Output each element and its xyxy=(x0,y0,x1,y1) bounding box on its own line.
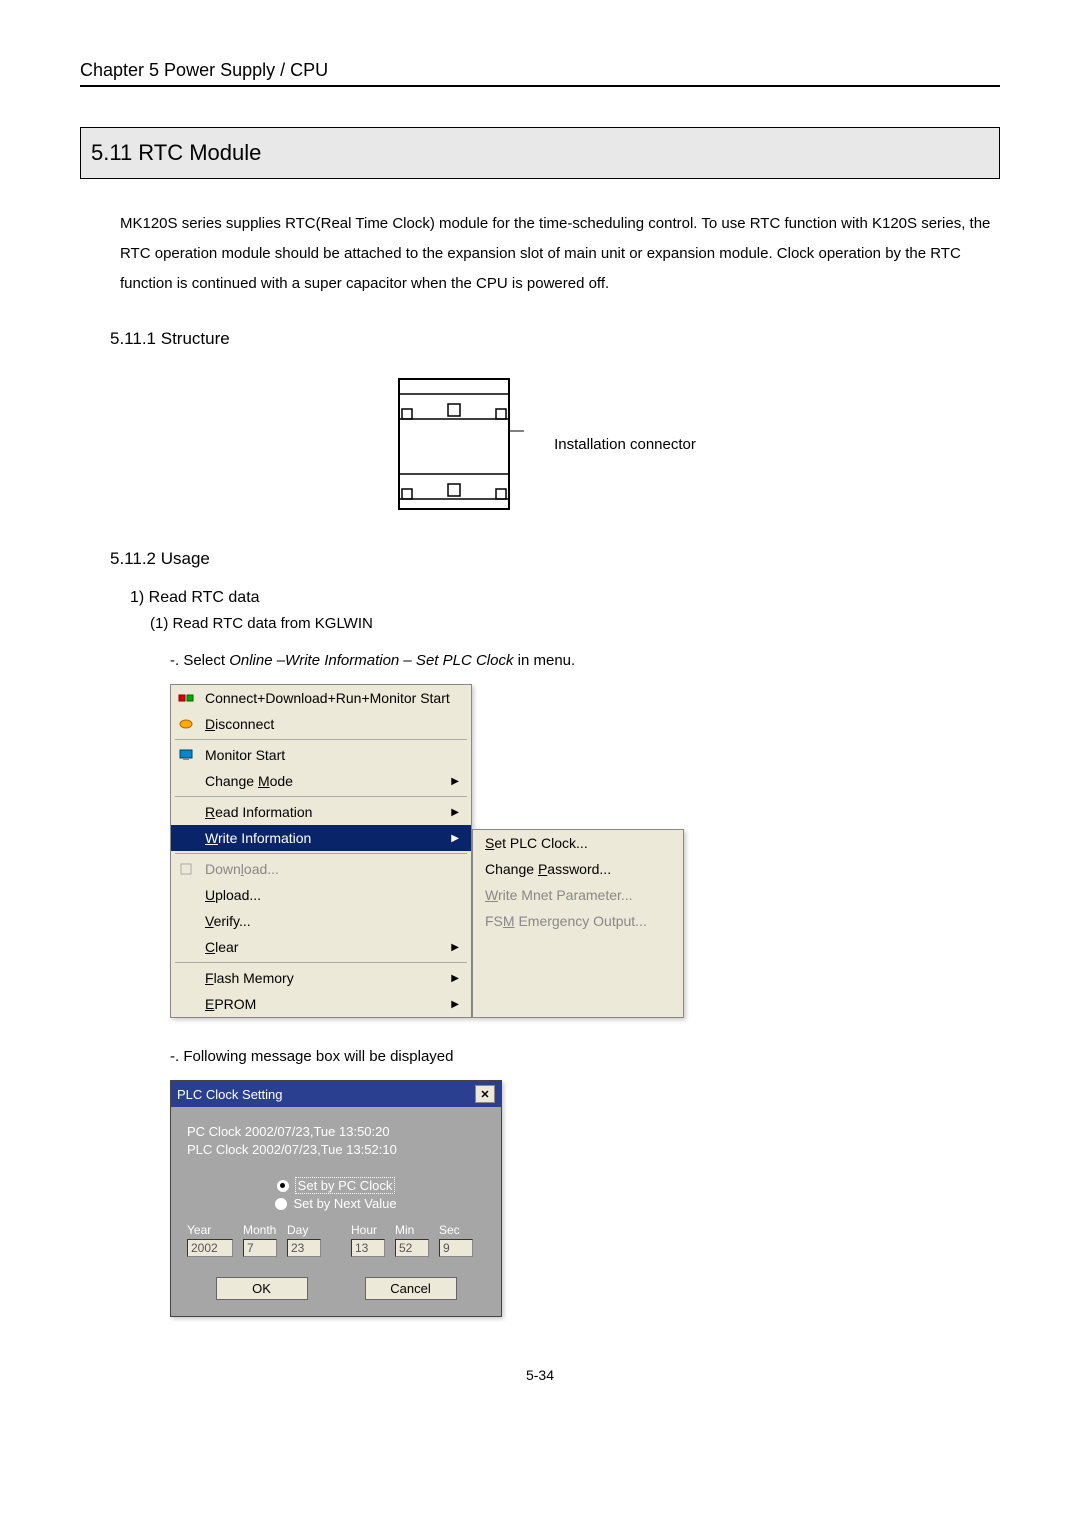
day-label: Day xyxy=(287,1223,308,1237)
menu-label: Clear xyxy=(205,939,238,955)
menu-label: Verify... xyxy=(205,913,251,929)
submenu-fsm-emergency: FSM Emergency Output... xyxy=(473,908,683,934)
dialog-title: PLC Clock Setting xyxy=(177,1087,283,1102)
radio-label: Set by PC Clock xyxy=(295,1177,396,1194)
menu-label: Monitor Start xyxy=(205,747,285,763)
menu-label: Disconnect xyxy=(205,716,274,732)
body-paragraph: MK120S series supplies RTC(Real Time Clo… xyxy=(120,209,1000,299)
radio-label: Set by Next Value xyxy=(293,1196,396,1211)
submenu-change-password[interactable]: Change Password... xyxy=(473,856,683,882)
subsection-structure: 5.11.1 Structure xyxy=(110,329,1000,349)
cancel-button[interactable]: Cancel xyxy=(365,1277,457,1300)
menu-flash-memory[interactable]: Flash Memory ▶ xyxy=(171,965,471,991)
radio-set-by-pc[interactable]: Set by PC Clock xyxy=(187,1177,485,1194)
menu-label: EPROM xyxy=(205,996,256,1012)
hour-field[interactable]: 13 xyxy=(351,1239,385,1257)
menu-change-mode[interactable]: Change Mode ▶ xyxy=(171,768,471,794)
dialog-buttons: OK Cancel xyxy=(187,1277,485,1300)
hour-label: Hour xyxy=(351,1223,377,1237)
menu-label: Set PLC Clock... xyxy=(485,835,588,851)
pc-clock-text: PC Clock 2002/07/23,Tue 13:50:20 xyxy=(187,1123,485,1141)
radio-set-by-next[interactable]: Set by Next Value xyxy=(187,1196,485,1211)
menu-connect[interactable]: Connect+Download+Run+Monitor Start xyxy=(171,685,471,711)
instruction-message-box: -. Following message box will be display… xyxy=(170,1048,1000,1065)
disconnect-icon xyxy=(177,716,195,732)
menu-separator xyxy=(175,739,467,740)
menu-label: Change Password... xyxy=(485,861,611,877)
submenu-arrow-icon: ▶ xyxy=(451,999,459,1010)
instruction-italic: Online –Write Information – Set PLC Cloc… xyxy=(229,652,513,669)
date-inputs-row: Year 2002 Month 7 Day 23 Hour 13 Min 52 … xyxy=(187,1223,485,1257)
module-illustration xyxy=(384,369,524,519)
monitor-icon xyxy=(177,747,195,763)
menu-label: Read Information xyxy=(205,804,312,820)
online-menu: Connect+Download+Run+Monitor Start Disco… xyxy=(170,684,472,1018)
menu-screenshot: Connect+Download+Run+Monitor Start Disco… xyxy=(170,684,1000,1018)
plc-clock-text: PLC Clock 2002/07/23,Tue 13:52:10 xyxy=(187,1141,485,1159)
submenu-arrow-icon: ▶ xyxy=(451,942,459,953)
menu-label: Download... xyxy=(205,861,279,877)
menu-separator xyxy=(175,853,467,854)
day-field[interactable]: 23 xyxy=(287,1239,321,1257)
menu-monitor-start[interactable]: Monitor Start xyxy=(171,742,471,768)
submenu-set-plc-clock[interactable]: Set PLC Clock... xyxy=(473,830,683,856)
subsection-usage: 5.11.2 Usage xyxy=(110,549,1000,569)
sec-field[interactable]: 9 xyxy=(439,1239,473,1257)
year-label: Year xyxy=(187,1223,211,1237)
menu-download: Download... xyxy=(171,856,471,882)
submenu-arrow-icon: ▶ xyxy=(451,776,459,787)
menu-read-info[interactable]: Read Information ▶ xyxy=(171,799,471,825)
diagram-label: Installation connector xyxy=(554,436,696,453)
menu-separator xyxy=(175,962,467,963)
menu-separator xyxy=(175,796,467,797)
menu-disconnect[interactable]: Disconnect xyxy=(171,711,471,737)
instruction-text: in menu. xyxy=(513,652,575,669)
chapter-header: Chapter 5 Power Supply / CPU xyxy=(80,60,1000,87)
ok-button[interactable]: OK xyxy=(216,1277,308,1300)
dialog-body: PC Clock 2002/07/23,Tue 13:50:20 PLC Clo… xyxy=(171,1107,501,1316)
menu-label: Upload... xyxy=(205,887,261,903)
sec-label: Sec xyxy=(439,1223,460,1237)
menu-verify[interactable]: Verify... xyxy=(171,908,471,934)
instruction-text: -. Select xyxy=(170,652,229,669)
menu-clear[interactable]: Clear ▶ xyxy=(171,934,471,960)
instruction-select-menu: -. Select Online –Write Information – Se… xyxy=(170,652,1000,669)
close-button[interactable]: ✕ xyxy=(475,1085,495,1103)
year-field[interactable]: 2002 xyxy=(187,1239,233,1257)
min-label: Min xyxy=(395,1223,414,1237)
menu-label: Write Mnet Parameter... xyxy=(485,887,633,903)
clock-info: PC Clock 2002/07/23,Tue 13:50:20 PLC Clo… xyxy=(187,1123,485,1159)
submenu-arrow-icon: ▶ xyxy=(451,833,459,844)
submenu-arrow-icon: ▶ xyxy=(451,807,459,818)
submenu-write-mnet: Write Mnet Parameter... xyxy=(473,882,683,908)
menu-write-info[interactable]: Write Information ▶ xyxy=(171,825,471,851)
substep-kglwin: (1) Read RTC data from KGLWIN xyxy=(150,615,1000,632)
radio-group: Set by PC Clock Set by Next Value xyxy=(187,1177,485,1211)
min-field[interactable]: 52 xyxy=(395,1239,429,1257)
menu-label: Connect+Download+Run+Monitor Start xyxy=(205,690,450,706)
submenu-arrow-icon: ▶ xyxy=(451,973,459,984)
menu-label: FSM Emergency Output... xyxy=(485,913,647,929)
connect-icon xyxy=(177,690,195,706)
dialog-titlebar: PLC Clock Setting ✕ xyxy=(171,1081,501,1107)
menu-label: Write Information xyxy=(205,830,311,846)
close-icon: ✕ xyxy=(480,1088,489,1101)
download-icon xyxy=(177,861,195,877)
structure-diagram: Installation connector xyxy=(80,369,1000,519)
plc-clock-dialog: PLC Clock Setting ✕ PC Clock 2002/07/23,… xyxy=(170,1080,502,1317)
step-read-rtc: 1) Read RTC data xyxy=(130,589,1000,607)
radio-unselected-icon xyxy=(275,1198,287,1210)
menu-eprom[interactable]: EPROM ▶ xyxy=(171,991,471,1017)
month-field[interactable]: 7 xyxy=(243,1239,277,1257)
write-info-submenu: Set PLC Clock... Change Password... Writ… xyxy=(472,829,684,1018)
menu-upload[interactable]: Upload... xyxy=(171,882,471,908)
radio-selected-icon xyxy=(277,1180,289,1192)
month-label: Month xyxy=(243,1223,276,1237)
page-number: 5-34 xyxy=(80,1367,1000,1383)
menu-label: Change Mode xyxy=(205,773,293,789)
menu-label: Flash Memory xyxy=(205,970,294,986)
section-title: 5.11 RTC Module xyxy=(80,127,1000,179)
